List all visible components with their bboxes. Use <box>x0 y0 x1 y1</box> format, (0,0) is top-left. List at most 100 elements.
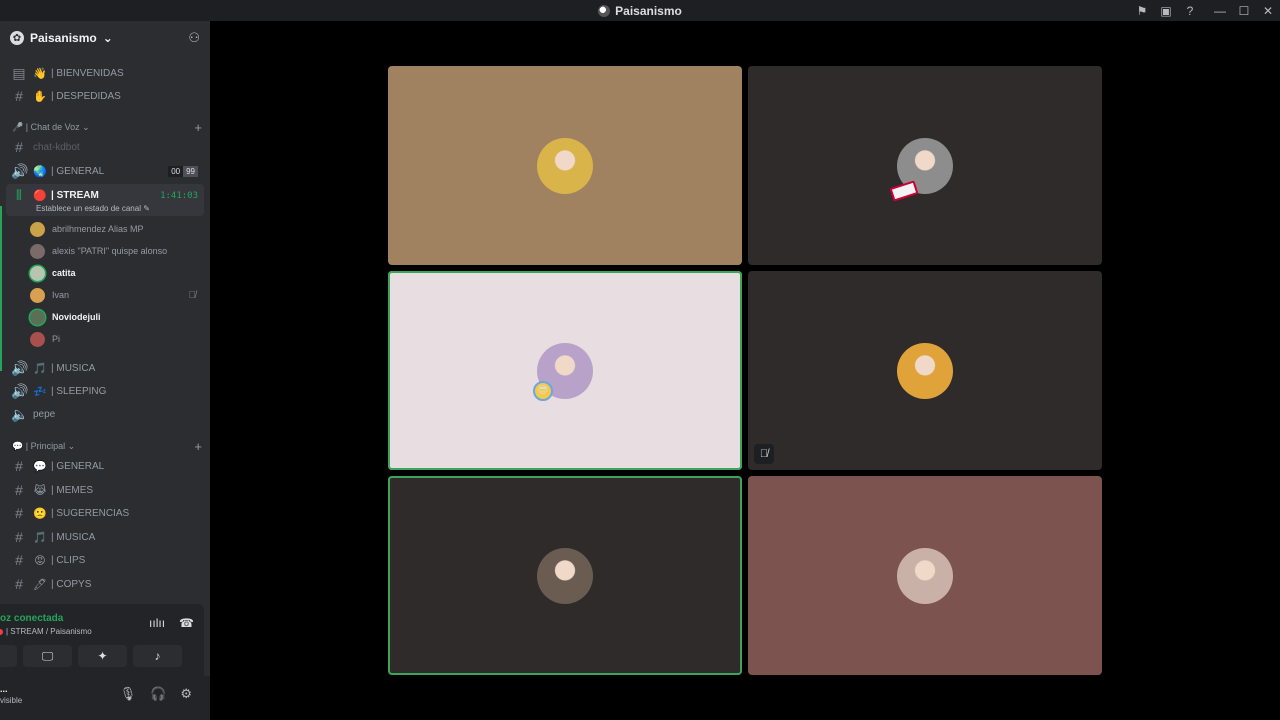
channel-emoji: 😡 <box>34 554 46 567</box>
speaker-icon: 🔊 <box>11 162 29 179</box>
participant-tile[interactable]: 🎙̸ <box>748 271 1102 470</box>
category-label: | Principal <box>25 440 66 451</box>
avatar <box>30 309 45 325</box>
participant-avatar <box>537 137 593 194</box>
participant-tile[interactable] <box>748 66 1102 265</box>
voice-member[interactable]: alexis "PATRI" quispe alonso <box>30 241 202 261</box>
voice-member[interactable]: Noviodejuli <box>30 307 202 327</box>
speaker-icon: 🔊 <box>11 359 29 376</box>
user-count-badge: 00 99 <box>168 165 198 177</box>
participant-tile[interactable] <box>388 476 742 675</box>
window-title: Paisanismo <box>598 4 682 18</box>
user-panel: ... visible 🎙 🎧 ⚙ <box>0 676 210 720</box>
camera-button[interactable] <box>0 645 17 667</box>
soundboard-button[interactable]: ♪ <box>133 645 182 667</box>
participant-tile[interactable] <box>748 476 1102 675</box>
microphone-icon[interactable]: 🎙 <box>120 686 137 702</box>
disconnect-icon[interactable]: ☎ <box>179 616 194 630</box>
participant-tile[interactable]: 😎 <box>388 271 742 470</box>
voice-location[interactable]: | STREAM / Paisanismo <box>0 627 92 636</box>
close-icon[interactable]: ✕ <box>1256 0 1280 21</box>
help-icon[interactable]: ? <box>1178 0 1202 21</box>
channel-memes[interactable]: # 😹 | MEMES <box>6 479 204 501</box>
participant-tile[interactable] <box>388 66 742 265</box>
voice-status[interactable]: oz conectada <box>0 613 63 624</box>
minimize-icon[interactable]: — <box>1208 0 1232 21</box>
inbox-icon[interactable]: ▣ <box>1154 0 1178 21</box>
hashtag-icon: # <box>15 482 23 498</box>
flag-icon[interactable]: ⚑ <box>1130 0 1154 21</box>
server-name: Paisanismo <box>30 31 97 45</box>
voice-channel-sleeping[interactable]: 🔊 💤 | SLEEPING <box>6 380 204 402</box>
voice-action-buttons: 🖵 ✦ ♪ <box>0 645 204 667</box>
speaker-icon: 🔊 <box>11 382 29 399</box>
add-member-icon[interactable]: ⚇ <box>188 30 200 46</box>
rules-icon: ▤ <box>12 64 26 81</box>
chevron-down-icon: ⌄ <box>67 440 76 451</box>
participant-avatar <box>889 137 953 202</box>
chevron-down-icon: ⌄ <box>82 121 90 132</box>
add-channel-icon[interactable]: + <box>194 120 202 135</box>
category-chat-de-voz[interactable]: 🎤 | Chat de Voz ⌄ + <box>12 119 202 135</box>
voice-location-text: | STREAM / Paisanismo <box>6 627 92 636</box>
pencil-icon[interactable]: ✎ <box>143 204 150 213</box>
stream-timer: 1:41:03 <box>160 190 198 201</box>
settings-gear-icon[interactable]: ⚙ <box>180 686 192 702</box>
voice-channel-general[interactable]: 🔊 🌏 | GENERAL 00 99 <box>6 160 204 182</box>
channel-label: | GENERAL <box>51 165 105 177</box>
noise-suppression-icon[interactable]: ıılıı <box>149 616 165 630</box>
hashtag-icon: # <box>15 505 23 521</box>
headphones-icon[interactable]: 🎧 <box>150 686 166 702</box>
maximize-icon[interactable]: ☐ <box>1232 0 1256 21</box>
voice-channel-pepe[interactable]: 🔈 pepe <box>6 403 204 425</box>
channel-label: | MEMES <box>51 484 94 496</box>
user-limit: 99 <box>183 165 198 177</box>
channel-label: | GENERAL <box>51 460 105 472</box>
channel-status[interactable]: Establece un estado de canal <box>36 204 141 213</box>
avatar <box>30 331 45 347</box>
channel-emoji: 💬 <box>33 460 47 473</box>
activities-button[interactable]: ✦ <box>78 645 127 667</box>
microphone-icon: 🎤 <box>12 121 24 132</box>
voice-member[interactable]: abrilhmendez Alias MP <box>30 219 202 239</box>
channel-emoji: 👋 <box>33 67 47 80</box>
channel-bienvenidas[interactable]: ▤ 👋 | BIENVENIDAS <box>6 62 204 84</box>
user-count: 00 <box>168 165 184 177</box>
voice-member[interactable]: Pi <box>30 329 202 349</box>
voice-active-icon: ⦀ <box>15 187 23 203</box>
voice-channel-musica[interactable]: 🔊 🎵 | MUSICA <box>6 357 204 379</box>
channel-copys[interactable]: # 🖊 | COPYS <box>6 573 204 595</box>
channel-label: | BIENVENIDAS <box>51 67 124 79</box>
channel-chat-kdbot[interactable]: # chat-kdbot <box>6 136 204 158</box>
voice-channel-stream[interactable]: ⦀ 🔴 | STREAM 1:41:03 Establece un estado… <box>6 184 204 216</box>
member-name: catita <box>52 268 76 278</box>
hashtag-icon: # <box>15 576 23 592</box>
username[interactable]: ... <box>0 684 8 694</box>
channel-despedidas[interactable]: # ✋ | DESPEDIDAS <box>6 85 204 107</box>
user-status: visible <box>0 696 23 705</box>
channel-musica[interactable]: # 🎵 | MUSICA <box>6 526 204 548</box>
participant-avatar <box>897 547 953 604</box>
member-name: abrilhmendez Alias MP <box>52 224 144 234</box>
server-header[interactable]: ✿ Paisanismo ⌄ ⚇ <box>0 21 210 55</box>
category-label: | Chat de Voz <box>25 121 80 132</box>
channel-emoji: 😹 <box>33 484 47 497</box>
server-icon <box>598 4 611 17</box>
server-gear-icon: ✿ <box>10 31 24 45</box>
globe-emoji: 🌏 <box>33 165 47 178</box>
avatar-decoration-icon <box>889 179 919 202</box>
avatar <box>30 265 45 281</box>
screen-share-button[interactable]: 🖵 <box>23 645 72 667</box>
participant-avatar: 😎 <box>533 342 593 401</box>
add-channel-icon[interactable]: + <box>194 439 202 454</box>
channel-label: | SUGERENCIAS <box>51 507 130 519</box>
channel-clips[interactable]: # 😡 | CLIPS <box>6 549 204 571</box>
voice-member[interactable]: Ivan 🎙̸ <box>30 285 202 305</box>
category-principal[interactable]: 💬 | Principal ⌄ + <box>12 438 202 454</box>
voice-member[interactable]: catita <box>30 263 202 283</box>
channel-general[interactable]: # 💬 | GENERAL <box>6 455 204 477</box>
channel-sugerencias[interactable]: # 🙁 | SUGERENCIAS <box>6 502 204 524</box>
red-circle-emoji: 🔴 <box>33 190 47 202</box>
voice-panel-icons: ıılıı ☎ <box>149 616 194 630</box>
member-name: Ivan <box>52 290 70 300</box>
